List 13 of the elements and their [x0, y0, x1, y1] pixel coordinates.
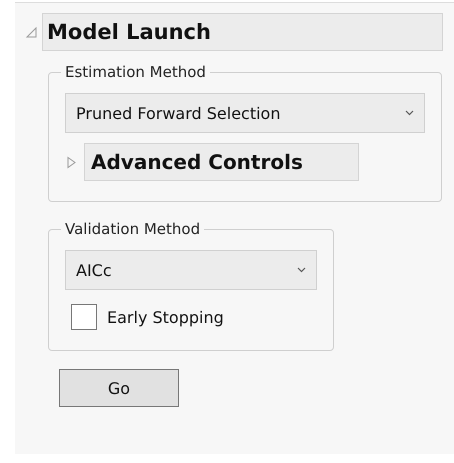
- go-button[interactable]: Go: [59, 369, 179, 407]
- section-title: Model Launch: [42, 13, 443, 51]
- checkbox-label: Early Stopping: [107, 308, 224, 326]
- dropdown[interactable]: Pruned Forward Selection: [65, 93, 425, 133]
- section-title: Advanced Controls: [84, 143, 359, 181]
- checkbox[interactable]: [71, 304, 97, 330]
- group-label: Estimation Method: [64, 63, 207, 81]
- disclosure-icon[interactable]: [25, 26, 38, 38]
- dropdown[interactable]: AICc: [65, 250, 317, 290]
- chevron-icon: [297, 267, 306, 273]
- chevron-icon: [405, 110, 414, 116]
- group-label: Validation Method: [64, 220, 202, 238]
- disclosure-icon[interactable]: [65, 156, 78, 168]
